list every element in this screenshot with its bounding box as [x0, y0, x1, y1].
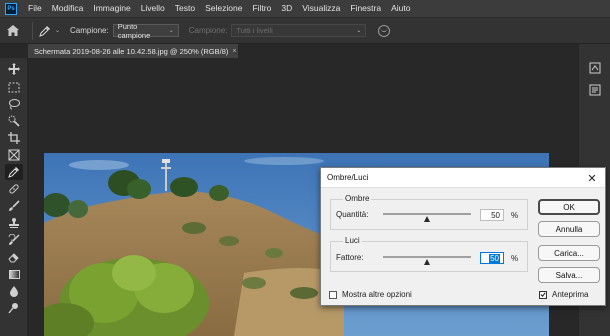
menu-aiuto[interactable]: Aiuto	[386, 0, 415, 17]
dodge-icon[interactable]	[5, 300, 23, 316]
dialog-titlebar[interactable]: Ombre/Luci	[321, 168, 605, 188]
close-icon[interactable]: ✕	[585, 171, 599, 185]
menu-finestra[interactable]: Finestra	[345, 0, 386, 17]
healing-brush-icon[interactable]	[5, 181, 23, 197]
options-bar: ⌄ Campione: Punto campione ⌄ Campione: T…	[0, 17, 610, 44]
clone-stamp-icon[interactable]	[5, 215, 23, 231]
highlights-amount-value: 50	[489, 253, 500, 263]
home-icon[interactable]	[0, 17, 26, 44]
document-tab-title: Schermata 2019-08-26 alle 10.42.58.jpg @…	[34, 46, 229, 56]
save-button[interactable]: Salva...	[538, 267, 600, 283]
quick-select-icon[interactable]	[5, 113, 23, 129]
chevron-down-icon: ⌄	[55, 28, 61, 34]
brush-icon[interactable]	[5, 198, 23, 214]
sample-layers-label: Campione:	[188, 26, 228, 35]
menu-file[interactable]: File	[23, 0, 47, 17]
shadows-amount-slider[interactable]	[383, 213, 471, 215]
highlights-amount-label: Fattore:	[336, 253, 364, 262]
tool-preset-eyedropper-icon[interactable]: ⌄	[39, 25, 60, 37]
more-options-checkbox[interactable]	[329, 290, 337, 299]
properties-panel-icon[interactable]	[587, 82, 603, 98]
highlights-group-title: Luci	[343, 236, 362, 245]
sample-layers-select[interactable]: Tutti i livelli ⌄	[231, 24, 367, 37]
shadows-amount-label: Quantità:	[336, 210, 369, 219]
photoshop-logo-icon: Ps	[5, 2, 17, 15]
sample-ring-icon[interactable]	[378, 24, 391, 37]
preview-checkbox-row[interactable]: Anteprima	[539, 290, 588, 299]
frame-icon[interactable]	[5, 147, 23, 163]
more-options-checkbox-row[interactable]: Mostra altre opzioni	[329, 290, 412, 299]
shadows-amount-thumb[interactable]	[424, 216, 430, 222]
tools-panel	[0, 58, 28, 336]
shadows-amount-value: 50	[491, 210, 500, 220]
separator	[32, 21, 33, 40]
move-icon[interactable]	[5, 61, 23, 77]
marquee-icon[interactable]	[5, 79, 23, 95]
highlights-amount-thumb[interactable]	[424, 259, 430, 265]
load-button[interactable]: Carica...	[538, 245, 600, 261]
menu-testo[interactable]: Testo	[170, 0, 200, 17]
menu-bar: Ps File Modifica Immagine Livello Testo …	[0, 0, 610, 17]
sample-label: Campione:	[70, 26, 109, 35]
highlights-amount-input[interactable]: 50	[480, 252, 504, 264]
lasso-icon[interactable]	[5, 96, 23, 112]
eyedropper-icon[interactable]	[5, 164, 23, 180]
sample-select[interactable]: Punto campione ⌄	[112, 21, 179, 40]
chevron-down-icon: ⌄	[356, 28, 362, 34]
crop-icon[interactable]	[5, 130, 23, 146]
close-tab-icon[interactable]: ×	[232, 48, 236, 55]
highlights-amount-unit: %	[511, 254, 519, 263]
sample-layers-select-value: Tutti i livelli	[236, 26, 273, 35]
gradient-icon[interactable]	[5, 266, 23, 282]
history-panel-icon[interactable]	[587, 60, 603, 76]
menu-visualizza[interactable]: Visualizza	[297, 0, 345, 17]
shadows-amount-input[interactable]: 50	[480, 209, 504, 221]
blur-icon[interactable]	[5, 283, 23, 299]
more-options-label: Mostra altre opzioni	[342, 290, 412, 299]
menu-3d[interactable]: 3D	[276, 0, 297, 17]
preview-checkbox[interactable]	[539, 290, 547, 299]
document-tab[interactable]: Schermata 2019-08-26 alle 10.42.58.jpg @…	[28, 44, 238, 58]
menu-immagine[interactable]: Immagine	[88, 0, 135, 17]
chevron-down-icon: ⌄	[168, 28, 174, 34]
checkmark-icon	[540, 292, 546, 298]
highlights-amount-slider[interactable]	[383, 256, 471, 258]
menu-livello[interactable]: Livello	[136, 0, 170, 17]
shadows-group-title: Ombre	[343, 194, 372, 203]
menu-selezione[interactable]: Selezione	[200, 0, 247, 17]
ok-button[interactable]: OK	[538, 199, 600, 215]
cancel-button[interactable]: Annulla	[538, 221, 600, 237]
document-tab-bar: Schermata 2019-08-26 alle 10.42.58.jpg @…	[28, 44, 578, 58]
menu-modifica[interactable]: Modifica	[47, 0, 89, 17]
menu-filtro[interactable]: Filtro	[247, 0, 276, 17]
shadows-amount-unit: %	[511, 211, 519, 220]
preview-label: Anteprima	[552, 290, 589, 299]
sample-select-value: Punto campione	[117, 21, 151, 40]
dialog-title: Ombre/Luci	[327, 173, 369, 182]
eraser-icon[interactable]	[5, 249, 23, 265]
shadows-highlights-dialog: Ombre/Luci ✕ Ombre Quantità: 50 % Luci F…	[320, 167, 606, 306]
history-brush-icon[interactable]	[5, 232, 23, 248]
